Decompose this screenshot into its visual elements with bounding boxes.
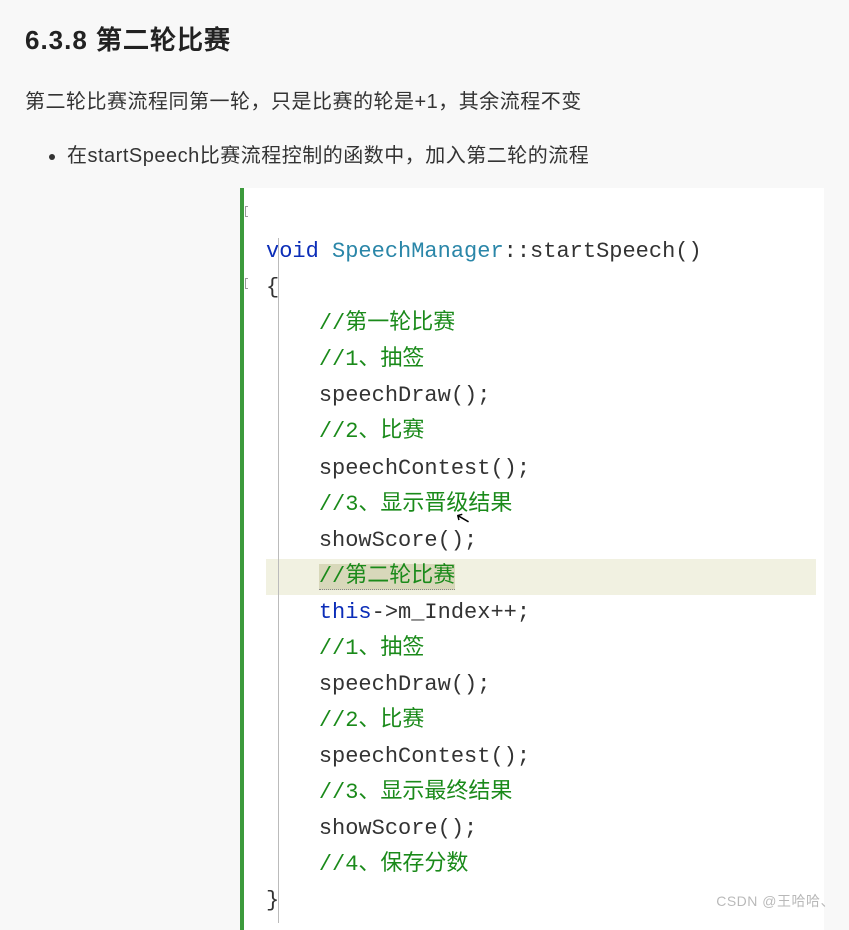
section-paragraph: 第二轮比赛流程同第一轮，只是比赛的轮是+1，其余流程不变 xyxy=(25,85,824,114)
line-draw1: speechDraw(); xyxy=(319,383,491,408)
comment-round1: //第一轮比赛 xyxy=(319,311,455,336)
keyword-void: void xyxy=(266,239,319,264)
comment-contest1: //2、比赛 xyxy=(319,419,425,444)
line-show1: showScore(); xyxy=(319,528,477,553)
bullet-list: 在startSpeech比赛流程控制的函数中，加入第二轮的流程 xyxy=(67,139,824,168)
type-name: SpeechManager xyxy=(332,239,504,264)
line-contest1: speechContest(); xyxy=(319,456,530,481)
line-contest2: speechContest(); xyxy=(319,744,530,769)
comment-contest2: //2、比赛 xyxy=(319,708,425,733)
line-show2: showScore(); xyxy=(319,816,477,841)
comment-save: //4、保存分数 xyxy=(319,852,469,877)
comment-draw1: //1、抽签 xyxy=(319,347,425,372)
watermark: CSDN @王哈哈、 xyxy=(716,891,835,911)
comment-draw2: //1、抽签 xyxy=(319,636,425,661)
comment-round2: //第二轮比赛 xyxy=(319,564,455,590)
line-index-tail: ->m_Index++; xyxy=(372,600,530,625)
comment-show2: //3、显示最终结果 xyxy=(319,780,513,805)
fn-decl-tail: ::startSpeech() xyxy=(504,239,702,264)
code-container: void SpeechManager::startSpeech() { //第一… xyxy=(240,188,824,930)
comment-show1: //3、显示晋级结果 xyxy=(319,492,513,517)
code-block: void SpeechManager::startSpeech() { //第一… xyxy=(248,188,824,930)
keyword-this: this xyxy=(319,600,372,625)
line-draw2: speechDraw(); xyxy=(319,672,491,697)
section-heading: 6.3.8 第二轮比赛 xyxy=(25,20,824,57)
list-item: 在startSpeech比赛流程控制的函数中，加入第二轮的流程 xyxy=(67,139,824,168)
